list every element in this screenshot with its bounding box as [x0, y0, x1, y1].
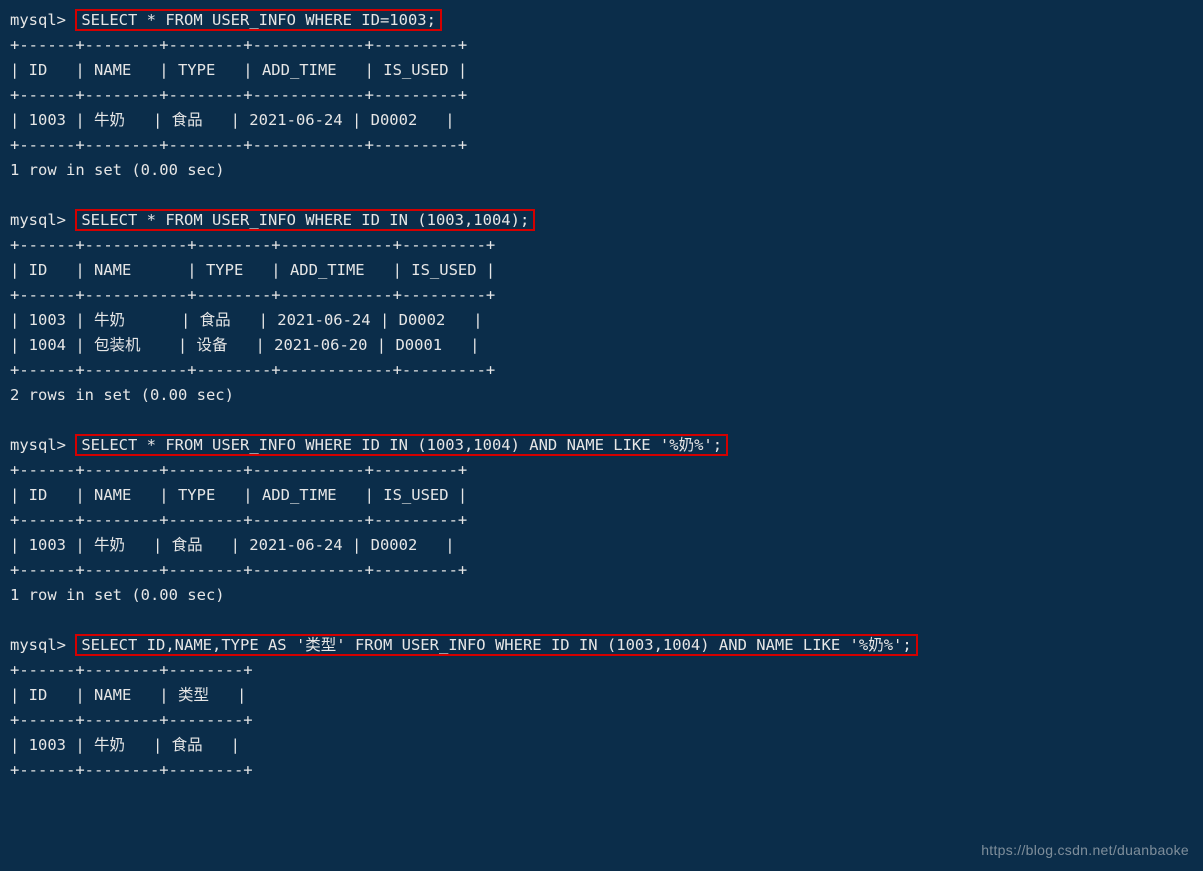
table-row: | 1003 | 牛奶 | 食品 | 2021-06-24 | D0002 |	[10, 111, 455, 129]
table-header: | ID | NAME | TYPE | ADD_TIME | IS_USED …	[10, 486, 467, 504]
table-border: +------+-----------+--------+-----------…	[10, 286, 495, 304]
table-row: | 1003 | 牛奶 | 食品 |	[10, 736, 240, 754]
table-border: +------+--------+--------+	[10, 711, 253, 729]
table-border: +------+-----------+--------+-----------…	[10, 361, 495, 379]
terminal-output: mysql> SELECT * FROM USER_INFO WHERE ID=…	[0, 0, 1203, 793]
table-border: +------+--------+--------+------------+-…	[10, 36, 467, 54]
table-row: | 1004 | 包装机 | 设备 | 2021-06-20 | D0001 |	[10, 336, 479, 354]
mysql-prompt: mysql>	[10, 636, 66, 654]
mysql-prompt: mysql>	[10, 211, 66, 229]
watermark: https://blog.csdn.net/duanbaoke	[981, 838, 1189, 863]
mysql-prompt: mysql>	[10, 436, 66, 454]
table-border: +------+--------+--------+------------+-…	[10, 86, 467, 104]
table-header: | ID | NAME | TYPE | ADD_TIME | IS_USED …	[10, 261, 495, 279]
table-border: +------+--------+--------+------------+-…	[10, 136, 467, 154]
mysql-prompt: mysql>	[10, 11, 66, 29]
table-border: +------+--------+--------+	[10, 761, 253, 779]
table-border: +------+--------+--------+	[10, 661, 253, 679]
table-row: | 1003 | 牛奶 | 食品 | 2021-06-24 | D0002 |	[10, 536, 455, 554]
sql-query-1[interactable]: SELECT * FROM USER_INFO WHERE ID=1003;	[75, 9, 442, 31]
table-header: | ID | NAME | 类型 |	[10, 686, 246, 704]
table-row: | 1003 | 牛奶 | 食品 | 2021-06-24 | D0002 |	[10, 311, 483, 329]
table-border: +------+--------+--------+------------+-…	[10, 511, 467, 529]
result-footer: 1 row in set (0.00 sec)	[10, 161, 225, 179]
table-header: | ID | NAME | TYPE | ADD_TIME | IS_USED …	[10, 61, 467, 79]
sql-query-2[interactable]: SELECT * FROM USER_INFO WHERE ID IN (100…	[75, 209, 535, 231]
table-border: +------+-----------+--------+-----------…	[10, 236, 495, 254]
sql-query-4[interactable]: SELECT ID,NAME,TYPE AS '类型' FROM USER_IN…	[75, 634, 917, 656]
table-border: +------+--------+--------+------------+-…	[10, 561, 467, 579]
result-footer: 1 row in set (0.00 sec)	[10, 586, 225, 604]
result-footer: 2 rows in set (0.00 sec)	[10, 386, 234, 404]
sql-query-3[interactable]: SELECT * FROM USER_INFO WHERE ID IN (100…	[75, 434, 728, 456]
table-border: +------+--------+--------+------------+-…	[10, 461, 467, 479]
